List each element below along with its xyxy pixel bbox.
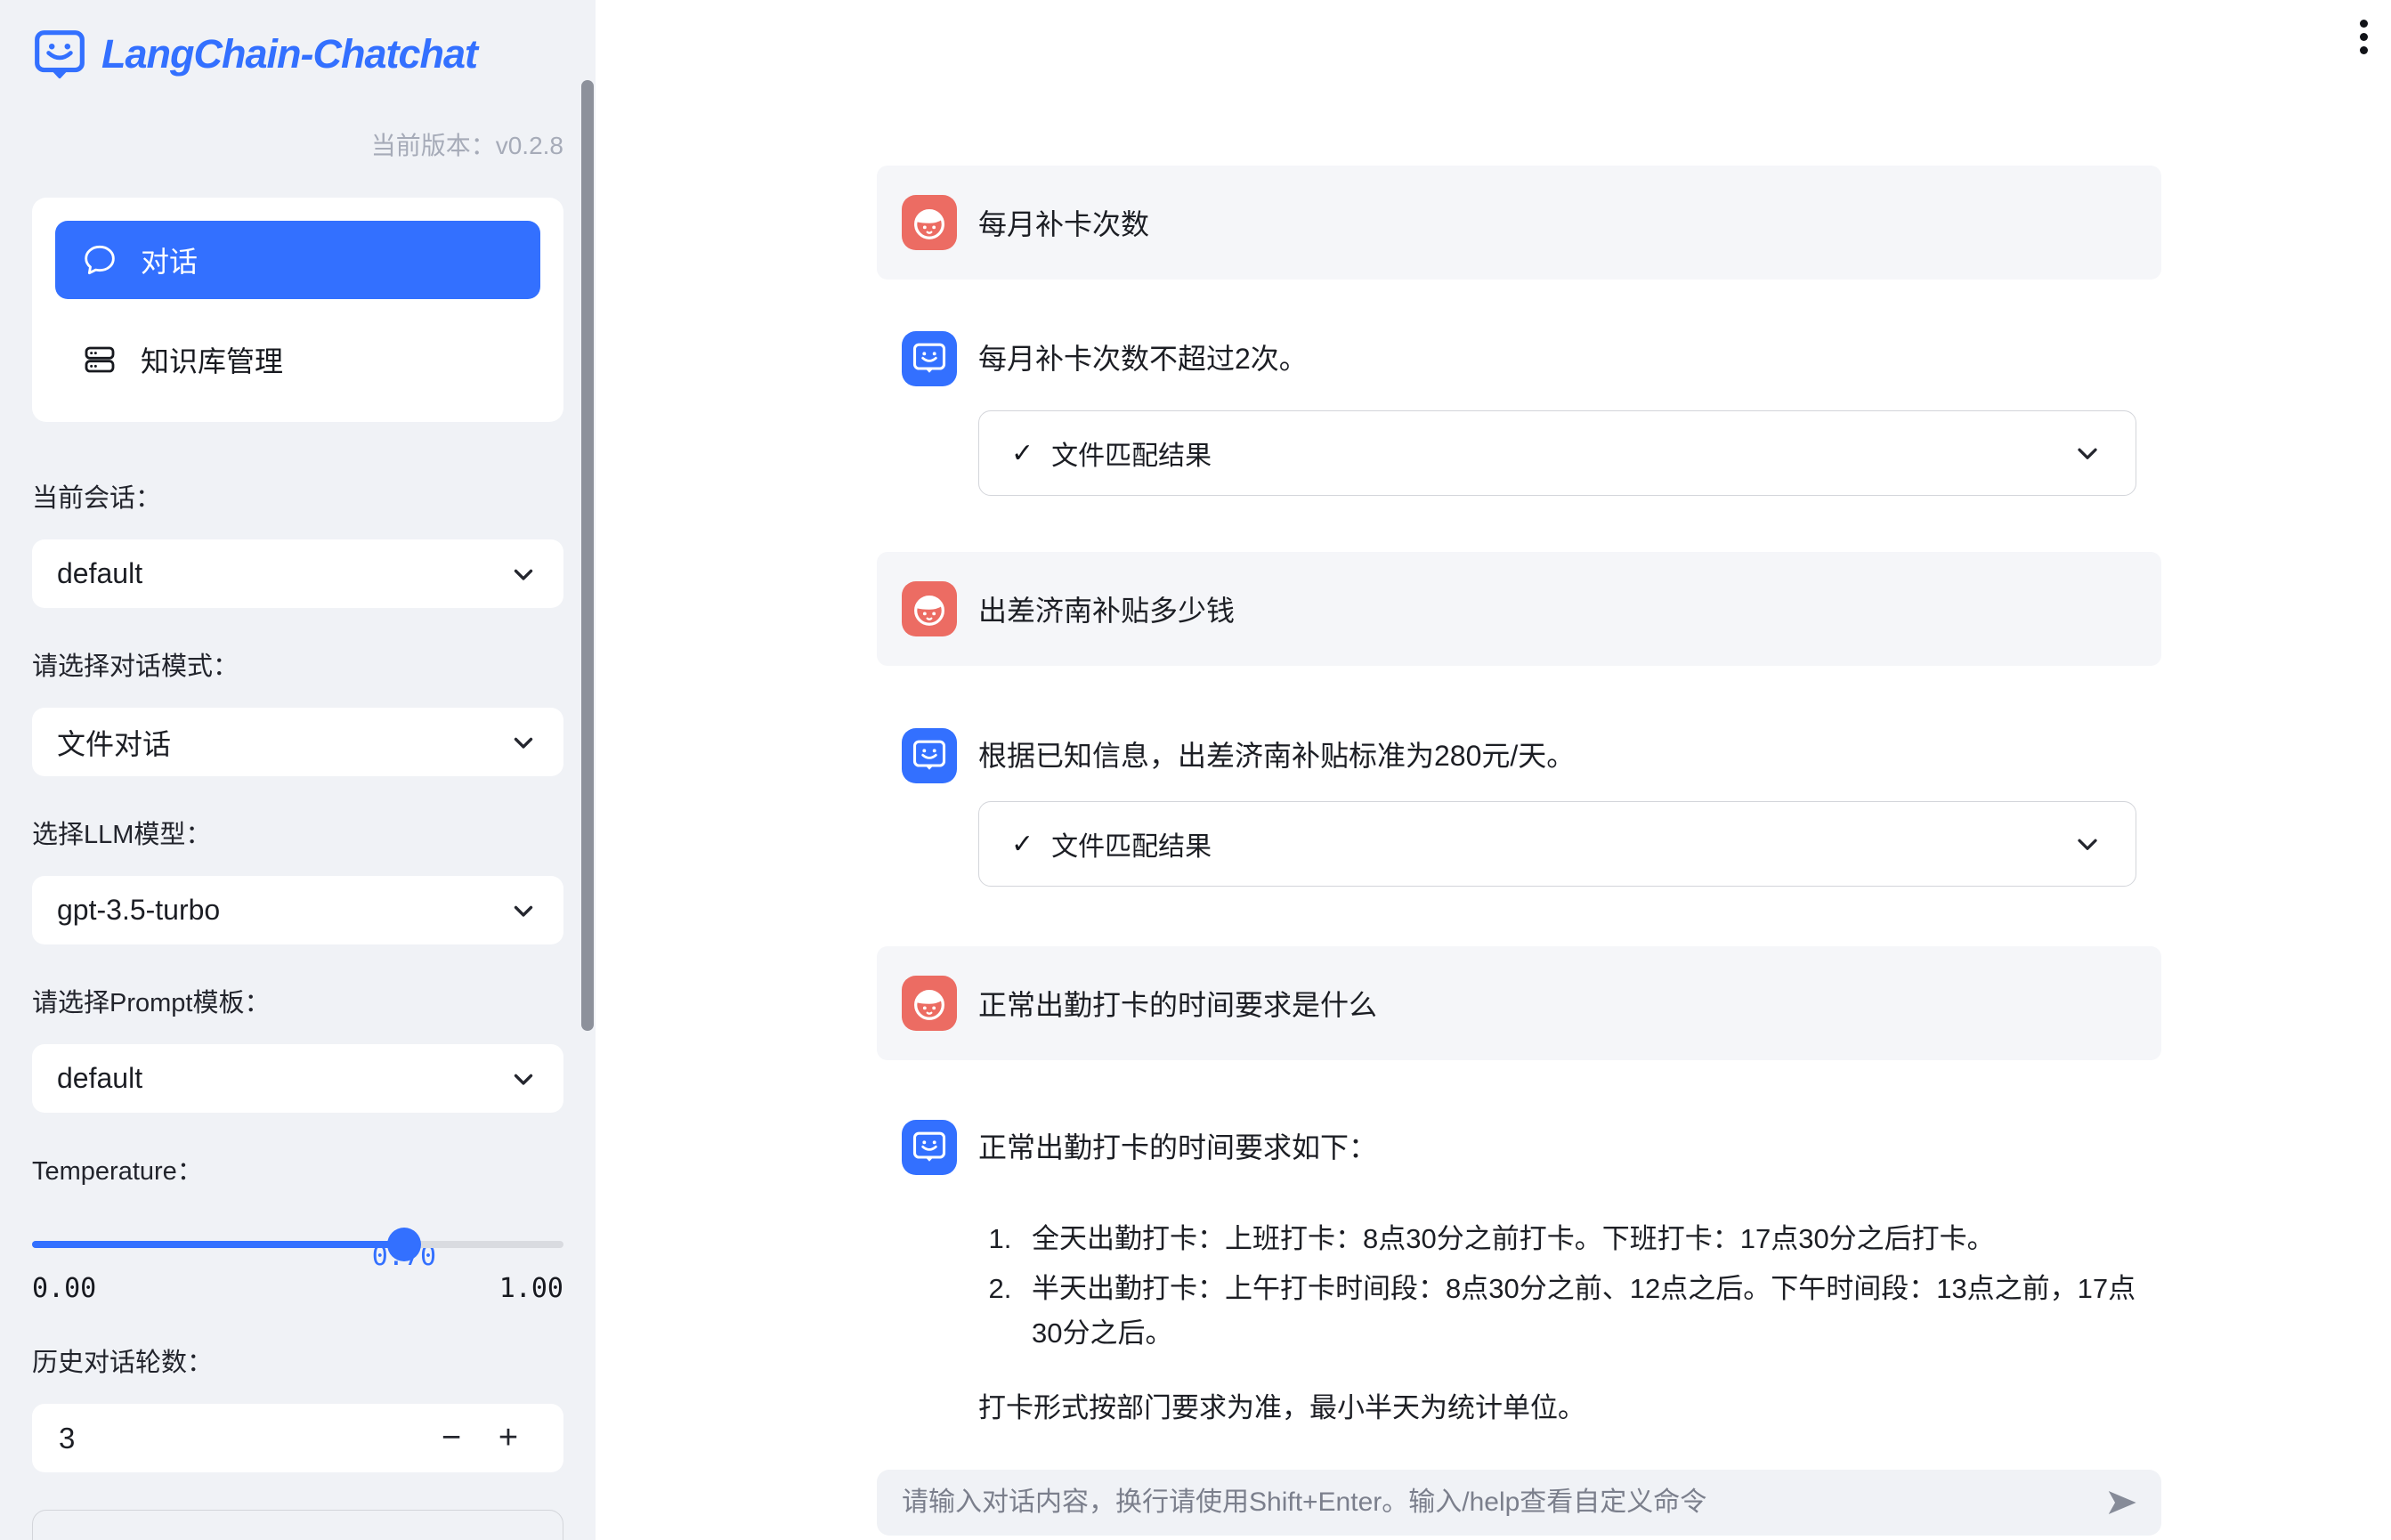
assistant-chat-bubble-icon <box>910 339 949 378</box>
history-rounds-value: 3 <box>59 1422 423 1455</box>
assistant-message: 根据已知信息，出差济南补贴标准为280元/天。 ✓ 文件匹配结果 <box>877 728 2161 887</box>
slider-fill <box>32 1241 404 1248</box>
chevron-down-icon <box>2071 828 2103 860</box>
more-menu-icon[interactable] <box>2356 16 2371 58</box>
chat-thread: 每月补卡次数 每月补卡次数不超过2次。 ✓ <box>877 0 2161 1429</box>
expander-title: 文件对话配置 <box>58 1534 223 1540</box>
file-match-results-expander[interactable]: ✓ 文件匹配结果 <box>978 410 2136 496</box>
temperature-label: Temperature： <box>32 1154 563 1189</box>
nav-item-dialogue[interactable]: 对话 <box>55 221 540 299</box>
chevron-down-icon <box>508 896 539 926</box>
assistant-message-text: 根据已知信息，出差济南补贴标准为280元/天。 <box>978 736 2136 775</box>
chevron-down-icon <box>508 1064 539 1094</box>
increment-button[interactable]: + <box>480 1419 537 1457</box>
assistant-message-text: 每月补卡次数不超过2次。 <box>978 339 2136 378</box>
list-item: 半天出勤打卡：上午打卡时间段：8点30分之前、12点之后。下午时间段：13点之前… <box>1019 1267 2136 1356</box>
user-face-icon <box>909 588 950 629</box>
user-message: 每月补卡次数 <box>877 166 2161 280</box>
list-item: 全天出勤打卡：上班打卡：8点30分之前打卡。下班打卡：17点30分之后打卡。 <box>1019 1217 2136 1261</box>
nav-item-label: 知识库管理 <box>141 339 283 380</box>
assistant-chat-bubble-icon <box>910 736 949 775</box>
expander-label: 文件匹配结果 <box>1051 434 1212 473</box>
send-icon[interactable] <box>2104 1486 2138 1520</box>
file-dialog-config-expander: 文件对话配置 上传知识文件： <box>32 1510 563 1540</box>
assistant-message-text: 正常出勤打卡的时间要求如下： <box>978 1128 2136 1167</box>
chevron-down-icon <box>2071 437 2103 469</box>
sidebar: LangChain-Chatchat 当前版本：v0.2.8 对话 知识库管理 … <box>0 0 596 1540</box>
user-avatar <box>902 195 957 250</box>
dialog-mode-select[interactable]: 文件对话 <box>32 708 563 776</box>
chat-input-bar <box>877 1470 2161 1536</box>
slider-max: 1.00 <box>499 1273 563 1304</box>
user-message-text: 正常出勤打卡的时间要求是什么 <box>978 983 1377 1024</box>
app-logo: LangChain-Chatchat <box>32 27 563 82</box>
chat-bubble-icon <box>82 242 118 278</box>
assistant-message: 每月补卡次数不超过2次。 ✓ 文件匹配结果 <box>877 331 2161 496</box>
slider-min: 0.00 <box>32 1273 96 1304</box>
prompt-template-select-value: default <box>57 1062 142 1095</box>
user-message-text: 出差济南补贴多少钱 <box>978 588 1235 629</box>
user-face-icon <box>909 983 950 1024</box>
assistant-avatar <box>902 331 957 386</box>
user-message-text: 每月补卡次数 <box>978 202 1149 243</box>
nav-item-knowledge-base[interactable]: 知识库管理 <box>55 320 540 399</box>
history-rounds-input[interactable]: 3 − + <box>32 1404 563 1472</box>
file-match-results-expander[interactable]: ✓ 文件匹配结果 <box>978 801 2136 887</box>
user-face-icon <box>909 202 950 243</box>
chat-input[interactable] <box>902 1487 2090 1518</box>
knowledge-base-icon <box>82 342 118 377</box>
session-select[interactable]: default <box>32 539 563 608</box>
session-select-value: default <box>57 557 142 590</box>
llm-model-label: 选择LLM模型： <box>32 817 563 853</box>
version-label: 当前版本：v0.2.8 <box>32 126 563 162</box>
chevron-down-icon <box>508 559 539 589</box>
main-area: 每月补卡次数 每月补卡次数不超过2次。 ✓ <box>596 0 2391 1540</box>
llm-model-select-value: gpt-3.5-turbo <box>57 894 220 927</box>
slider-thumb[interactable] <box>387 1228 421 1261</box>
dialog-mode-label: 请选择对话模式： <box>32 649 563 685</box>
sidebar-scrollbar[interactable] <box>581 80 594 1031</box>
temperature-slider[interactable]: 0.70 0.00 1.00 <box>32 1241 563 1304</box>
prompt-template-select[interactable]: default <box>32 1044 563 1113</box>
decrement-button[interactable]: − <box>423 1419 480 1457</box>
nav-menu: 对话 知识库管理 <box>32 198 563 422</box>
assistant-message: 正常出勤打卡的时间要求如下： 全天出勤打卡：上班打卡：8点30分之前打卡。下班打… <box>877 1120 2161 1429</box>
assistant-message-footer: 打卡形式按部门要求为准，最小半天为统计单位。 <box>978 1388 2136 1429</box>
file-dialog-config-header[interactable]: 文件对话配置 <box>58 1534 538 1540</box>
prompt-template-label: 请选择Prompt模板： <box>32 985 563 1021</box>
session-label: 当前会话： <box>32 481 563 516</box>
check-icon: ✓ <box>1011 438 1033 469</box>
nav-item-label: 对话 <box>141 239 198 280</box>
user-avatar <box>902 581 957 636</box>
slider-minmax: 0.00 1.00 <box>32 1273 563 1304</box>
user-message: 出差济南补贴多少钱 <box>877 552 2161 666</box>
expander-label: 文件匹配结果 <box>1051 824 1212 863</box>
check-icon: ✓ <box>1011 829 1033 860</box>
chevron-down-icon <box>508 727 539 758</box>
assistant-avatar <box>902 1120 957 1175</box>
llm-model-select[interactable]: gpt-3.5-turbo <box>32 876 563 944</box>
assistant-avatar <box>902 728 957 783</box>
assistant-chat-bubble-icon <box>910 1128 949 1167</box>
app-title: LangChain-Chatchat <box>101 31 477 77</box>
history-rounds-label: 历史对话轮数： <box>32 1345 563 1381</box>
logo-chat-bubble-icon <box>32 27 87 82</box>
dialog-mode-select-value: 文件对话 <box>57 722 171 763</box>
user-message: 正常出勤打卡的时间要求是什么 <box>877 946 2161 1060</box>
slider-track[interactable] <box>32 1241 563 1248</box>
user-avatar <box>902 976 957 1031</box>
assistant-message-list: 全天出勤打卡：上班打卡：8点30分之前打卡。下班打卡：17点30分之后打卡。 半… <box>978 1217 2136 1356</box>
